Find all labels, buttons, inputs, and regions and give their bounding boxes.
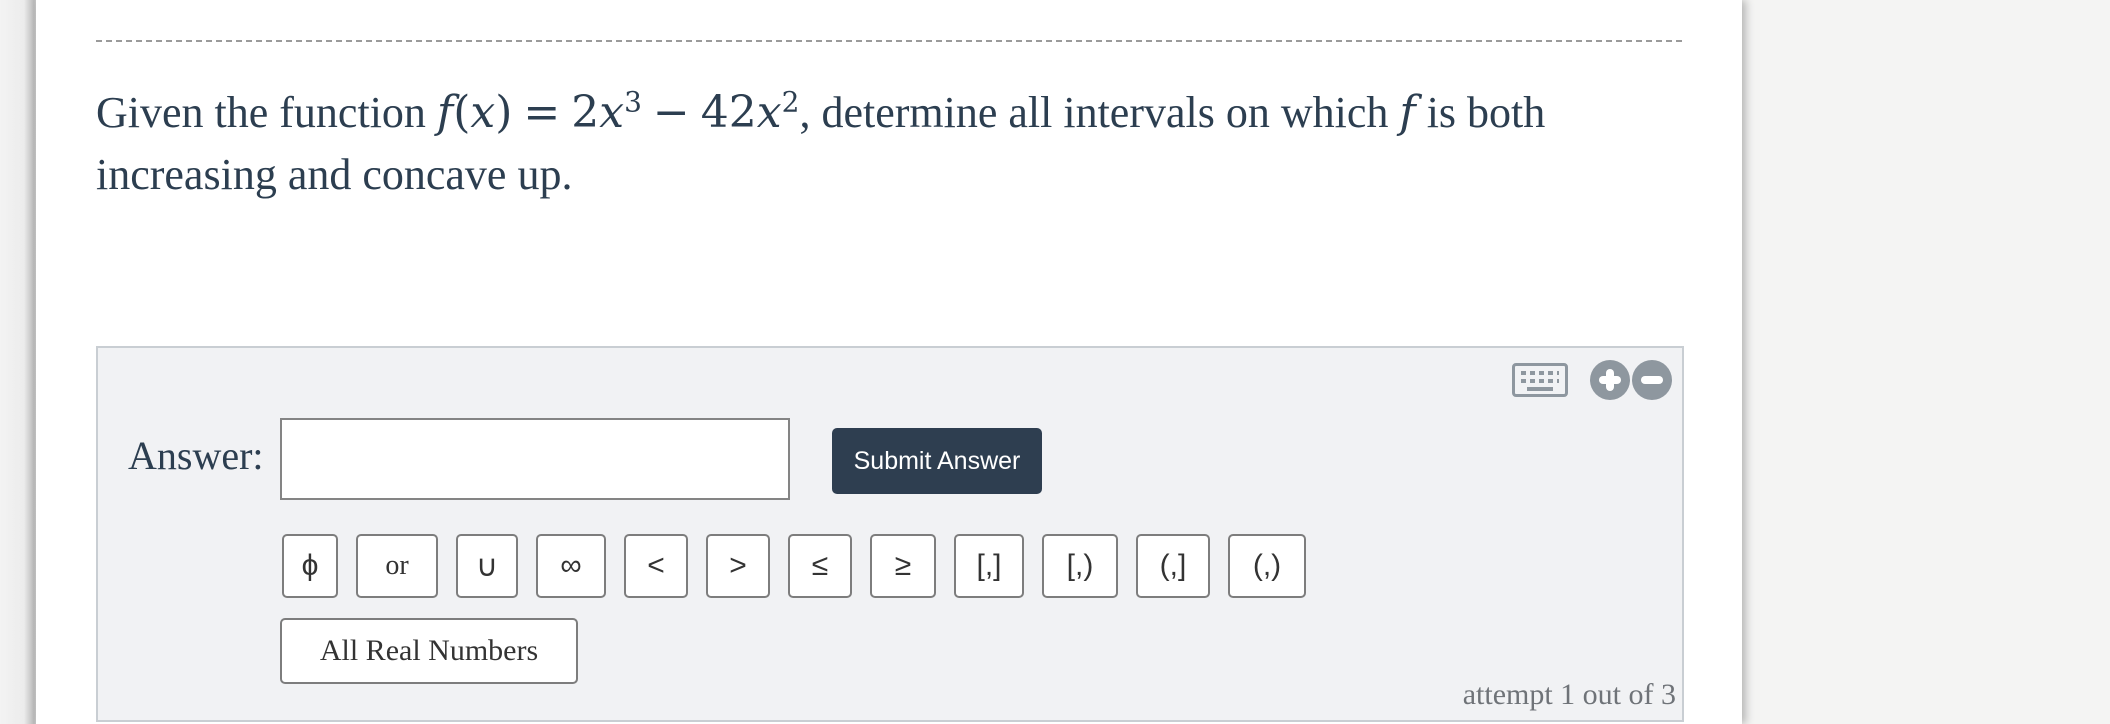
symbol-button-empty-set[interactable]: ϕ bbox=[282, 534, 338, 598]
term2-coef: 42 bbox=[700, 87, 757, 138]
section-divider bbox=[96, 40, 1682, 42]
symbol-button-infinity[interactable]: ∞ bbox=[536, 534, 606, 598]
minus-circle-icon[interactable] bbox=[1632, 360, 1672, 400]
math-minus: − bbox=[652, 87, 690, 138]
question-middle: , determine all intervals on which bbox=[799, 88, 1400, 137]
plus-circle-icon[interactable] bbox=[1590, 360, 1630, 400]
answer-label: Answer: bbox=[128, 433, 264, 478]
answer-toolbar bbox=[1512, 360, 1672, 400]
submit-answer-button[interactable]: Submit Answer bbox=[832, 428, 1042, 494]
all-real-numbers-button[interactable]: All Real Numbers bbox=[280, 618, 578, 684]
symbol-button-closed-open-interval[interactable]: [,) bbox=[1042, 534, 1118, 598]
symbol-button-open-interval[interactable]: (,) bbox=[1228, 534, 1306, 598]
math-f: f bbox=[436, 87, 454, 138]
left-gutter bbox=[0, 0, 36, 724]
symbol-button-closed-interval[interactable]: [,] bbox=[954, 534, 1024, 598]
math-x: x bbox=[470, 87, 496, 138]
question-prefix: Given the function bbox=[96, 88, 437, 137]
question-text: Given the function f(x) = 2x3 − 42x2, de… bbox=[96, 85, 1546, 199]
math-equals: = bbox=[523, 87, 561, 138]
term1-exp: 3 bbox=[624, 85, 642, 119]
symbol-button-greater-equal[interactable]: ≥ bbox=[870, 534, 936, 598]
term1-var: x bbox=[599, 87, 625, 138]
term1-coef: 2 bbox=[571, 87, 600, 138]
symbol-button-or[interactable]: or bbox=[356, 534, 438, 598]
symbol-button-union[interactable]: ∪ bbox=[456, 534, 518, 598]
keyboard-icon[interactable] bbox=[1512, 363, 1568, 397]
symbol-button-open-closed-interval[interactable]: (,] bbox=[1136, 534, 1210, 598]
math-f-symbol: f bbox=[1399, 87, 1416, 138]
symbol-button-less-than[interactable]: < bbox=[624, 534, 688, 598]
term2-var: x bbox=[756, 87, 782, 138]
term2-exp: 2 bbox=[781, 85, 800, 119]
symbol-button-less-equal[interactable]: ≤ bbox=[788, 534, 852, 598]
answer-panel: Answer: Submit Answer ϕ or ∪ ∞ < > ≤ ≥ [… bbox=[96, 346, 1684, 722]
attempt-counter: attempt 1 out of 3 bbox=[1462, 678, 1676, 711]
symbol-button-greater-than[interactable]: > bbox=[706, 534, 770, 598]
answer-input[interactable] bbox=[280, 418, 790, 500]
background-panel bbox=[1742, 0, 2110, 724]
symbol-palette: ϕ or ∪ ∞ < > ≤ ≥ [,] [,) (,] (,) bbox=[282, 534, 1324, 598]
